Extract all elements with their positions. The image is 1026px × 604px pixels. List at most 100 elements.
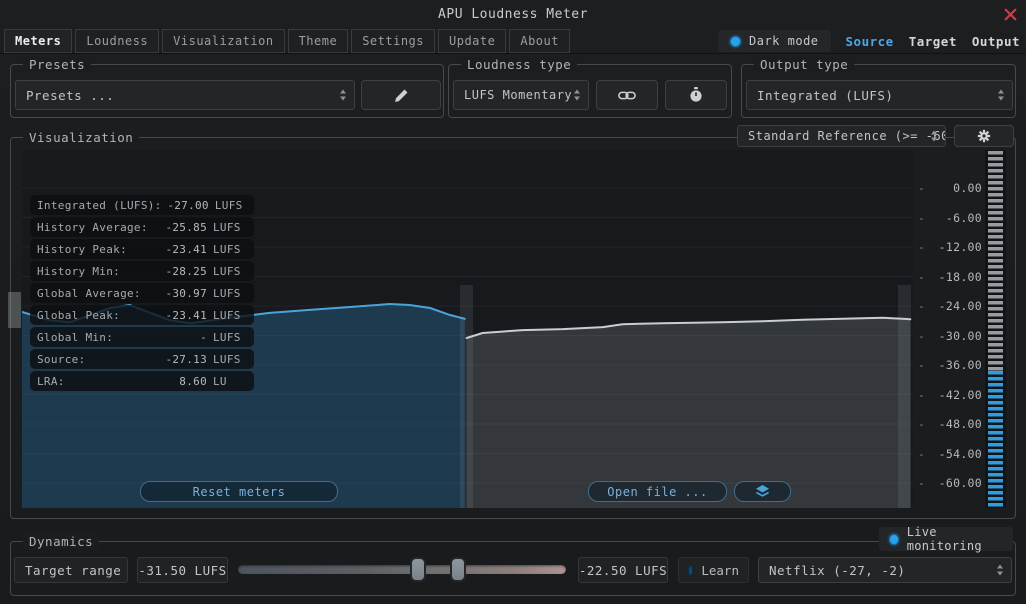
stat-unit: LUFS bbox=[213, 221, 247, 234]
output-type-select-value: Integrated (LUFS) bbox=[757, 88, 893, 103]
y-tick: --36.00 bbox=[918, 358, 982, 372]
link-icon bbox=[618, 90, 636, 101]
edit-preset-button[interactable] bbox=[361, 80, 441, 110]
loudness-type-select[interactable]: LUFS Momentary bbox=[453, 80, 589, 110]
level-meter-scale-gray bbox=[988, 151, 1003, 371]
reset-meters-label: Reset meters bbox=[193, 485, 286, 499]
loudness-type-legend: Loudness type bbox=[461, 57, 577, 72]
updown-arrows-icon bbox=[931, 131, 937, 142]
dark-mode-indicator-icon bbox=[730, 36, 741, 47]
tab-theme[interactable]: Theme bbox=[288, 29, 349, 53]
stat-unit: LUFS bbox=[213, 287, 247, 300]
stat-unit: LUFS bbox=[213, 309, 247, 322]
learn-label: Learn bbox=[701, 563, 739, 578]
visualization-legend: Visualization bbox=[23, 130, 139, 145]
live-monitoring-indicator-icon bbox=[889, 534, 899, 545]
link-channels-button[interactable] bbox=[596, 80, 658, 110]
output-type-select[interactable]: Integrated (LUFS) bbox=[746, 80, 1013, 110]
visualization-settings-button[interactable] bbox=[954, 125, 1014, 147]
tick-mark: - bbox=[918, 388, 925, 402]
output-type-group: Output type Integrated (LUFS) bbox=[741, 64, 1016, 118]
stat-label: LRA: bbox=[37, 375, 157, 388]
y-tick: --12.00 bbox=[918, 240, 982, 254]
y-tick: --30.00 bbox=[918, 329, 982, 343]
reset-meters-button[interactable]: Reset meters bbox=[140, 481, 338, 502]
target-range-slider[interactable] bbox=[238, 565, 566, 574]
open-file-button[interactable]: Open file ... bbox=[588, 481, 727, 502]
tab-meters[interactable]: Meters bbox=[4, 29, 72, 53]
timer-button[interactable] bbox=[665, 80, 727, 110]
tick-mark: - bbox=[918, 211, 925, 225]
tick-mark: - bbox=[918, 240, 925, 254]
tab-visualization[interactable]: Visualization bbox=[162, 29, 284, 53]
range-max-handle[interactable] bbox=[450, 557, 466, 582]
y-tick: --54.00 bbox=[918, 447, 982, 461]
dynamics-preset-select[interactable]: Netflix (-27, -2) bbox=[758, 557, 1012, 583]
presets-select-value: Presets ... bbox=[26, 88, 114, 103]
stat-row: History Min:-28.25 LUFS bbox=[30, 261, 254, 281]
range-min-handle[interactable] bbox=[410, 557, 426, 582]
stat-value: -27.00 bbox=[162, 199, 209, 212]
stat-value: -30.97 bbox=[157, 287, 207, 300]
range-max-value: -22.50 LUFS bbox=[578, 557, 668, 583]
target-range-label: Target range bbox=[14, 557, 128, 583]
tick-mark: - bbox=[918, 417, 925, 431]
level-meter bbox=[985, 150, 1006, 508]
presets-select[interactable]: Presets ... bbox=[15, 80, 355, 110]
tick-label: -12.00 bbox=[925, 240, 982, 254]
tick-mark: - bbox=[918, 329, 925, 343]
output-link[interactable]: Output bbox=[972, 34, 1020, 49]
presets-legend: Presets bbox=[23, 57, 91, 72]
y-tick: --24.00 bbox=[918, 299, 982, 313]
stat-unit: LUFS bbox=[213, 243, 247, 256]
tick-label: -48.00 bbox=[925, 417, 982, 431]
tick-label: -54.00 bbox=[925, 447, 982, 461]
stat-label: History Average: bbox=[37, 221, 157, 234]
open-file-label: Open file ... bbox=[607, 485, 707, 499]
stat-label: History Min: bbox=[37, 265, 157, 278]
stat-row: History Average:-25.85LUFS bbox=[30, 217, 254, 237]
output-type-legend: Output type bbox=[754, 57, 854, 72]
source-link[interactable]: Source bbox=[846, 34, 894, 49]
stat-unit: LUFS bbox=[213, 265, 247, 278]
tick-label: 0.00 bbox=[925, 181, 982, 195]
updown-arrows-icon bbox=[998, 90, 1004, 101]
tick-label: -42.00 bbox=[925, 388, 982, 402]
tab-bar-tabs: MetersLoudnessVisualizationThemeSettings… bbox=[4, 29, 570, 53]
tab-loudness[interactable]: Loudness bbox=[75, 29, 159, 53]
live-monitoring-label: Live monitoring bbox=[907, 525, 1003, 553]
live-monitoring-toggle[interactable]: Live monitoring bbox=[879, 527, 1013, 551]
tick-label: -24.00 bbox=[925, 299, 982, 313]
tick-mark: - bbox=[918, 358, 925, 372]
stat-unit: LUFS bbox=[213, 331, 247, 344]
updown-arrows-icon bbox=[340, 90, 346, 101]
tick-label: -36.00 bbox=[925, 358, 982, 372]
reference-select[interactable]: Standard Reference (>= -60) bbox=[737, 125, 946, 147]
close-icon[interactable] bbox=[1004, 8, 1017, 21]
tab-update[interactable]: Update bbox=[438, 29, 506, 53]
stopwatch-icon bbox=[689, 87, 703, 103]
stat-row: Global Peak:-23.41LUFS bbox=[30, 305, 254, 325]
stat-unit: LU bbox=[213, 375, 247, 388]
stat-row: Source:-27.13 LUFS bbox=[30, 349, 254, 369]
stat-value: -23.41 bbox=[157, 243, 207, 256]
tab-settings[interactable]: Settings bbox=[351, 29, 435, 53]
y-tick: --48.00 bbox=[918, 417, 982, 431]
learn-indicator-icon bbox=[688, 565, 693, 576]
layers-button[interactable] bbox=[734, 481, 791, 502]
tab-about[interactable]: About bbox=[509, 29, 570, 53]
level-meter-scale-blue bbox=[988, 371, 1003, 507]
stat-row: Integrated (LUFS):-27.00LUFS bbox=[30, 195, 254, 215]
history-start-marker bbox=[8, 292, 21, 328]
stat-label: Source: bbox=[37, 353, 157, 366]
stat-value: -27.13 bbox=[157, 353, 207, 366]
dark-mode-toggle[interactable]: Dark mode bbox=[718, 30, 831, 52]
tab-bar-right: Dark mode Source Target Output bbox=[718, 29, 1020, 53]
reference-select-value: Standard Reference (>= -60) bbox=[748, 129, 946, 143]
stat-value: -28.25 bbox=[157, 265, 207, 278]
dynamics-preset-value: Netflix (-27, -2) bbox=[769, 563, 905, 578]
learn-toggle[interactable]: Learn bbox=[678, 557, 749, 583]
dynamics-legend: Dynamics bbox=[23, 534, 99, 549]
stat-unit: LUFS bbox=[213, 353, 247, 366]
target-link[interactable]: Target bbox=[909, 34, 957, 49]
